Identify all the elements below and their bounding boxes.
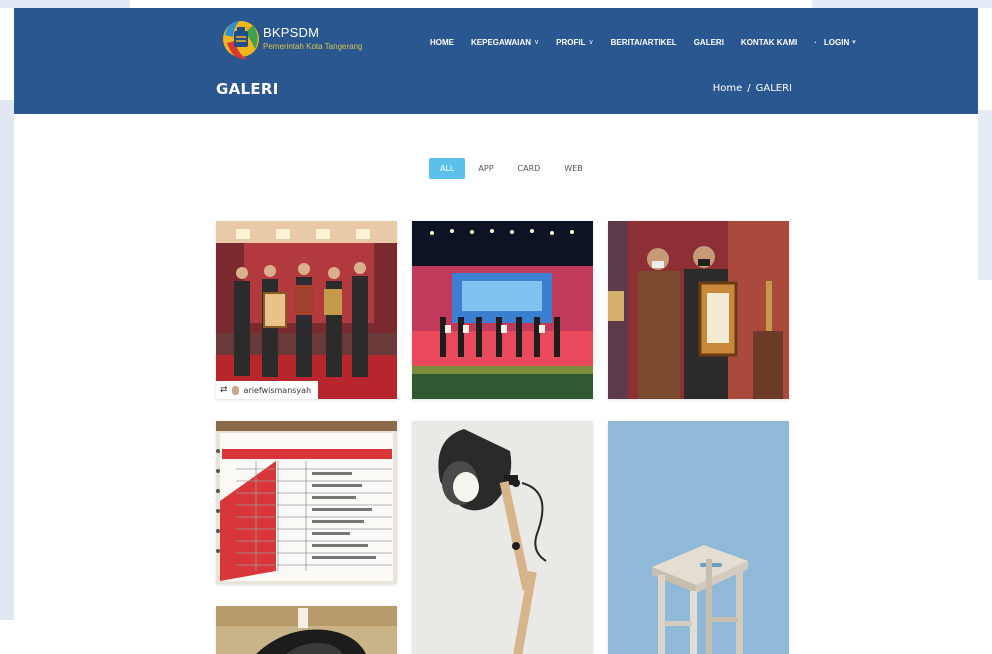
gallery-item-camera-lens[interactable] (216, 606, 397, 654)
site-header: BKPSDM Pemerintah Kota Tangerang HOME KE… (14, 8, 978, 114)
decorative-band-left (0, 100, 14, 620)
nav-item-kontak-label: KONTAK KAMI (740, 37, 798, 47)
wooden-stool-image (608, 421, 789, 654)
decorative-band-top-right (812, 0, 992, 8)
stage-event-image (412, 221, 593, 399)
breadcrumb-home-link[interactable]: Home (713, 83, 743, 94)
photo-credit-username: ariefwismansyah (243, 385, 312, 395)
breadcrumb: Home / GALERI (713, 83, 792, 94)
nav-item-galeri[interactable]: GALERI (694, 38, 724, 47)
chevron-down-icon: ∨ (588, 39, 594, 46)
repost-icon: ⇄ (220, 385, 228, 395)
logo-title: BKPSDM (263, 25, 320, 40)
nav-item-profil-label: PROFIL (556, 37, 586, 47)
nav-item-berita-artikel[interactable]: BERITA/ARTIKEL (611, 38, 677, 47)
gallery-item-award-ceremony[interactable]: ⇄ ariefwismansyah (216, 221, 397, 399)
gallery-item-wooden-stool[interactable] (608, 421, 789, 654)
nav-item-berita-label: BERITA/ARTIKEL (610, 37, 677, 47)
caret-down-icon: ▾ (852, 39, 856, 46)
award-ceremony-image (216, 221, 397, 399)
breadcrumb-separator: / (747, 83, 751, 94)
filter-app[interactable]: APP (467, 158, 504, 179)
bullet-dot-icon: · (814, 37, 817, 47)
main-nav: HOME KEPEGAWAIAN ∨ PROFIL ∨ BERITA/ARTIK… (430, 35, 873, 49)
gallery-item-document-list[interactable] (216, 421, 397, 584)
nav-item-kontak-kami[interactable]: KONTAK KAMI (741, 38, 797, 47)
page-title: GALERI (216, 80, 279, 98)
decorative-band-right (978, 110, 992, 280)
chevron-down-icon: ∨ (534, 39, 540, 46)
camera-lens-image (216, 606, 397, 654)
site-logo[interactable]: BKPSDM Pemerintah Kota Tangerang (219, 13, 379, 67)
logo-emblem-icon (223, 21, 259, 60)
nav-item-galeri-label: GALERI (693, 37, 724, 47)
nav-item-profil[interactable]: PROFIL ∨ (556, 38, 593, 47)
nav-item-login-label: LOGIN (823, 37, 850, 47)
gallery-filters: ALL APP CARD WEB (429, 158, 596, 179)
decorative-band-top-left (0, 0, 130, 8)
filter-card[interactable]: CARD (507, 158, 552, 179)
gallery-item-desk-lamp[interactable] (412, 421, 593, 654)
nav-item-kepegawaian-label: KEPEGAWAIAN (471, 37, 532, 47)
desk-lamp-image (412, 421, 593, 654)
nav-item-kepegawaian[interactable]: KEPEGAWAIAN ∨ (471, 38, 539, 47)
filter-web[interactable]: WEB (553, 158, 593, 179)
document-list-image (216, 421, 397, 584)
nav-item-home[interactable]: HOME (430, 38, 454, 47)
filter-all[interactable]: ALL (429, 158, 466, 179)
nav-item-login[interactable]: · LOGIN ▾ (814, 38, 856, 47)
gallery-item-stage-event[interactable] (412, 221, 593, 399)
photo-credit: ⇄ ariefwismansyah (216, 381, 319, 399)
award-recipients-image (608, 221, 789, 399)
nav-item-home-label: HOME (430, 37, 454, 47)
breadcrumb-current: GALERI (755, 83, 792, 94)
avatar (231, 385, 239, 395)
gallery-item-award-recipients[interactable] (608, 221, 789, 399)
page: BKPSDM Pemerintah Kota Tangerang HOME KE… (0, 0, 992, 654)
logo-subtitle: Pemerintah Kota Tangerang (263, 42, 363, 51)
